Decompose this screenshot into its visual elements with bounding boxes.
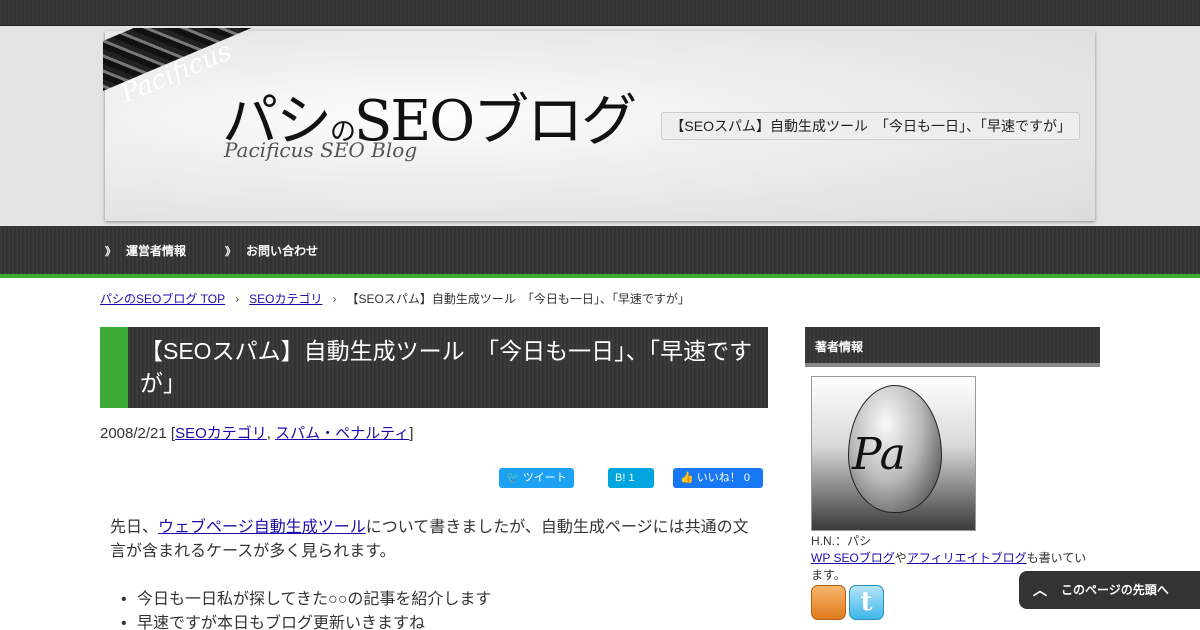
back-to-top-button[interactable]: ︿ このページの先頭へ [1019, 571, 1200, 609]
nav-accent-stripe [0, 274, 1200, 278]
facebook-like-button[interactable]: 👍 いいね！ 0 [673, 468, 763, 488]
like-label: いいね！ 0 [696, 472, 750, 484]
hatena-bookmark-button[interactable]: B! 1 [608, 468, 654, 488]
chevron-up-icon: ︿ [1033, 582, 1047, 598]
post-body-list: 今日も一日私が探してきた○○の記事を紹介します 早速ですが本日もブログ更新いきま… [121, 588, 737, 630]
main-nav: 》運営者情報 》お問い合わせ [0, 226, 1200, 274]
desc-mid: や [894, 551, 907, 565]
nav-item-contact[interactable]: 》お問い合わせ [225, 242, 318, 259]
list-item: 早速ですが本日もブログ更新いきますね [121, 612, 737, 630]
site-logo-subtitle: Pacificus SEO Blog [224, 138, 418, 162]
list-item: 今日も一日私が探してきた○○の記事を紹介します [121, 588, 737, 612]
sidebar-widget-header: 著者情報 [805, 327, 1100, 367]
twitter-bird-icon: 🐦 [506, 472, 520, 484]
top-bar [0, 0, 1200, 26]
category-link-seo[interactable]: SEOカテゴリ [175, 425, 267, 442]
post-meta: 2008/2/21 [SEOカテゴリ, スパム・ペナルティ] [100, 425, 414, 442]
wp-seo-blog-link[interactable]: WP SEOブログ [811, 551, 895, 565]
nav-item-label: お問い合わせ [246, 244, 319, 258]
hatena-label: B! 1 [615, 472, 635, 484]
affiliate-blog-link[interactable]: アフィリエイトブログ [907, 551, 1027, 565]
nav-arrow-icon: 》 [225, 246, 236, 258]
nav-arrow-icon: 》 [105, 246, 116, 258]
breadcrumb-home-link[interactable]: パシのSEOブログ TOP [100, 292, 225, 306]
breadcrumb-separator-icon: › [332, 292, 337, 306]
twitter-icon[interactable]: t [849, 585, 884, 620]
back-to-top-label: このページの先頭へ [1061, 583, 1169, 597]
thumbs-up-icon: 👍 [680, 472, 694, 484]
body-link-auto-tool[interactable]: ウェブページ自動生成ツール [158, 519, 366, 536]
post-date: 2008/2/21 [100, 425, 167, 442]
post-title: 【SEOスパム】自動生成ツール 「今日も一日」、「早速ですが」 [140, 338, 753, 396]
nav-item-label: 運営者情報 [126, 244, 187, 258]
breadcrumb-separator-icon: › [235, 292, 240, 306]
header-description: 【SEOスパム】自動生成ツール 「今日も一日」、「早速ですが」 [661, 112, 1080, 140]
tweet-button[interactable]: 🐦 ツイート [499, 468, 574, 488]
author-handle: H.N.：パシ [811, 534, 872, 548]
breadcrumb-current: 【SEOスパム】自動生成ツール 「今日も一日」、「早速ですが」 [346, 292, 690, 306]
body-text-pre: 先日、 [110, 519, 159, 536]
post-body-paragraph: 先日、ウェブページ自動生成ツールについて書きましたが、自動生成ページには共通の文… [110, 516, 760, 564]
widget-title: 著者情報 [815, 340, 864, 354]
nav-item-about[interactable]: 》運営者情報 [105, 242, 186, 259]
breadcrumb-category-link[interactable]: SEOカテゴリ [249, 292, 322, 306]
post-title-block: 【SEOスパム】自動生成ツール 「今日も一日」、「早速ですが」 [100, 327, 768, 408]
rss-icon[interactable] [811, 585, 846, 620]
category-link-spam[interactable]: スパム・ペナルティ [275, 425, 409, 442]
author-avatar: Pa [811, 376, 976, 531]
avatar-text: Pa [852, 429, 906, 480]
breadcrumb: パシのSEOブログ TOP › SEOカテゴリ › 【SEOスパム】自動生成ツール 「今… [100, 290, 690, 307]
tweet-label: ツイート [522, 472, 567, 484]
